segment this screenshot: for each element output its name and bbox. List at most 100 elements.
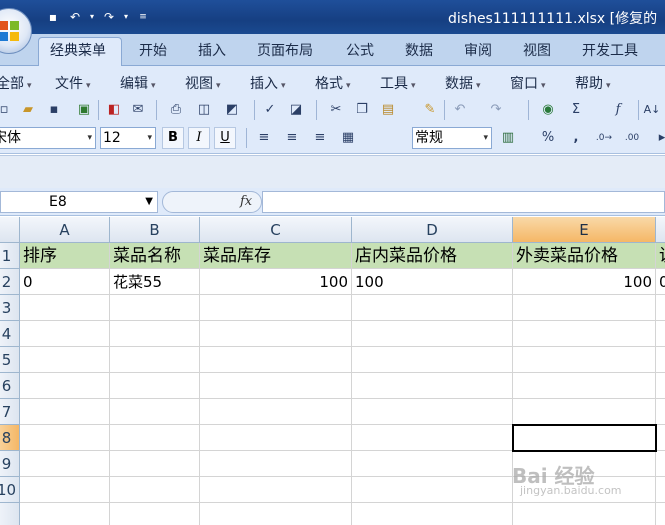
tab-review[interactable]: 审阅	[464, 40, 492, 60]
comma-style-icon[interactable]: ,	[566, 128, 586, 148]
tab-page-layout[interactable]: 页面布局	[257, 40, 313, 60]
menu-edit[interactable]: 编辑 ▾	[120, 73, 156, 93]
align-left-icon[interactable]: ≡	[254, 128, 274, 148]
print-preview-icon[interactable]: ◫	[194, 100, 214, 120]
menu-data[interactable]: 数据 ▾	[445, 73, 481, 93]
chevron-down-icon[interactable]: ▾	[147, 128, 152, 148]
insert-function-icon[interactable]: fx	[240, 194, 252, 209]
merge-center-icon[interactable]: ▦	[338, 128, 358, 148]
customize-qat-icon[interactable]: ≡	[134, 8, 152, 26]
column-header-c[interactable]: C	[200, 217, 352, 243]
tab-view[interactable]: 视图	[523, 40, 551, 60]
cell-e1[interactable]: 外卖菜品价格	[513, 243, 656, 269]
pdf-icon[interactable]: ◧	[104, 100, 124, 120]
formula-input[interactable]	[262, 191, 665, 213]
insert-function-icon[interactable]: f	[608, 100, 628, 120]
menu-tools[interactable]: 工具 ▾	[380, 73, 416, 93]
paste-icon[interactable]: ▤	[378, 100, 398, 120]
menu-window[interactable]: 窗口 ▾	[510, 73, 546, 93]
chevron-down-icon[interactable]: ▾	[87, 128, 92, 148]
undo-icon[interactable]: ↶	[66, 8, 84, 26]
permission-icon[interactable]: ▣	[74, 100, 94, 120]
menu-insert[interactable]: 插入 ▾	[250, 73, 286, 93]
row-header-4[interactable]: 4	[0, 321, 20, 347]
menu-all[interactable]: 全部 ▾	[0, 73, 32, 93]
row-header-6[interactable]: 6	[0, 373, 20, 399]
row-header-7[interactable]: 7	[0, 399, 20, 425]
increase-decimal-icon[interactable]: .0→	[594, 128, 614, 148]
row-header-10[interactable]: 10	[0, 477, 20, 503]
tab-formulas[interactable]: 公式	[346, 40, 374, 60]
selected-cell-e8[interactable]	[512, 424, 657, 452]
column-header-a[interactable]: A	[20, 217, 110, 243]
row-header-11[interactable]	[0, 503, 20, 525]
menu-format[interactable]: 格式 ▾	[315, 73, 351, 93]
column-header-d[interactable]: D	[352, 217, 513, 243]
underline-button[interactable]: U	[214, 127, 236, 149]
cell-e2[interactable]: 100	[513, 269, 656, 295]
row-header-3[interactable]: 3	[0, 295, 20, 321]
currency-icon[interactable]: ▥	[498, 128, 518, 148]
row-header-5[interactable]: 5	[0, 347, 20, 373]
indent-icon[interactable]: ▸	[652, 128, 665, 148]
number-format-combo[interactable]: 常规 ▾	[412, 127, 492, 149]
tab-developer[interactable]: 开发工具	[582, 40, 638, 60]
open-folder-icon[interactable]: ▰	[18, 100, 38, 120]
row-header-1[interactable]: 1	[0, 243, 20, 269]
redo-icon[interactable]: ↷	[486, 100, 506, 120]
menu-file[interactable]: 文件 ▾	[55, 73, 91, 93]
cell-c2[interactable]: 100	[200, 269, 352, 295]
cell-f1[interactable]: 说	[656, 243, 665, 269]
cell-a2[interactable]: 0	[20, 269, 110, 295]
save-icon[interactable]: ▪	[44, 8, 62, 26]
cell-c1[interactable]: 菜品库存	[200, 243, 352, 269]
translate-icon[interactable]: ◪	[286, 100, 306, 120]
font-size-combo[interactable]: 12 ▾	[100, 127, 156, 149]
chevron-down-icon[interactable]: ▼	[145, 192, 153, 212]
copy-icon[interactable]: ❐	[352, 100, 372, 120]
cell-d1[interactable]: 店内菜品价格	[352, 243, 513, 269]
align-center-icon[interactable]: ≡	[282, 128, 302, 148]
redo-dropdown-icon[interactable]: ▾	[122, 8, 130, 26]
format-painter-icon[interactable]: ✎	[420, 100, 440, 120]
tab-data[interactable]: 数据	[405, 40, 433, 60]
bold-button[interactable]: B	[162, 127, 184, 149]
row-header-2[interactable]: 2	[0, 269, 20, 295]
undo-icon[interactable]: ↶	[450, 100, 470, 120]
font-name-combo[interactable]: 宋体 ▾	[0, 127, 96, 149]
redo-icon[interactable]: ↷	[100, 8, 118, 26]
row-header-8[interactable]: 8	[0, 425, 20, 451]
italic-button[interactable]: I	[188, 127, 210, 149]
column-header-e[interactable]: E	[513, 217, 656, 243]
menu-help[interactable]: 帮助 ▾	[575, 73, 611, 93]
tab-classic-menu[interactable]: 经典菜单	[50, 40, 106, 60]
hyperlink-icon[interactable]: ◉	[538, 100, 558, 120]
research-icon[interactable]: ◩	[222, 100, 242, 120]
tab-insert[interactable]: 插入	[198, 40, 226, 60]
print-icon[interactable]: ⎙	[166, 100, 186, 120]
spelling-icon[interactable]: ✓	[260, 100, 280, 120]
autosum-icon[interactable]: Σ	[566, 100, 586, 120]
column-header-b[interactable]: B	[110, 217, 200, 243]
new-file-icon[interactable]: ▫	[0, 100, 14, 120]
tab-home[interactable]: 开始	[139, 40, 167, 60]
align-right-icon[interactable]: ≡	[310, 128, 330, 148]
percent-icon[interactable]: %	[538, 128, 558, 148]
select-all-button[interactable]	[0, 217, 20, 243]
cell-a1[interactable]: 排序	[20, 243, 110, 269]
sort-ascending-icon[interactable]: A↓	[642, 100, 662, 120]
cell-b2[interactable]: 花菜55	[110, 269, 200, 295]
email-icon[interactable]: ✉	[128, 100, 148, 120]
name-box[interactable]: E8 ▼	[0, 191, 158, 213]
cell-d2[interactable]: 100	[352, 269, 513, 295]
menu-view[interactable]: 视图 ▾	[185, 73, 221, 93]
row-header-9[interactable]: 9	[0, 451, 20, 477]
save-icon[interactable]: ▪	[44, 100, 64, 120]
decrease-decimal-icon[interactable]: .00	[622, 128, 642, 148]
chevron-down-icon[interactable]: ▾	[483, 128, 488, 148]
column-header-f[interactable]	[656, 217, 665, 243]
cell-f2[interactable]: 0	[656, 269, 665, 295]
cut-icon[interactable]: ✂	[326, 100, 346, 120]
undo-dropdown-icon[interactable]: ▾	[88, 8, 96, 26]
cell-b1[interactable]: 菜品名称	[110, 243, 200, 269]
